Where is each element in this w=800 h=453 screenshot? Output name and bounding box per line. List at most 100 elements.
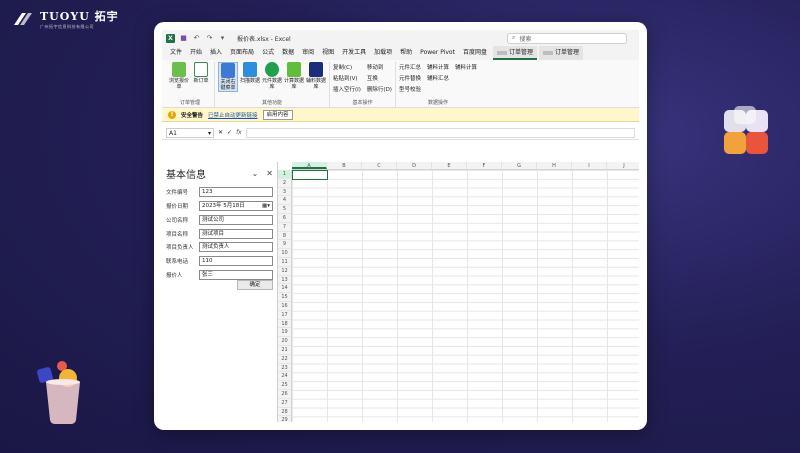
chevron-down-icon[interactable]: ⌄ [252,169,259,178]
material-calc-button-2[interactable]: 辅料计算 [455,64,477,72]
row-header-6[interactable]: 6 [278,214,291,223]
row-header-1[interactable]: 1 [278,170,291,179]
column-header-c[interactable]: C [362,162,397,169]
quote-date-picker[interactable]: 2023年 5月18日 ▦▾ [199,201,273,212]
field-project-name: 项目名称 测试项目 [166,228,273,239]
row-header-4[interactable]: 4 [278,196,291,206]
search-box[interactable]: ⌕ 搜索 [507,32,627,44]
project-name-input[interactable]: 测试项目 [199,228,273,239]
tab-view[interactable]: 视图 [318,46,338,60]
scan-data-button[interactable]: 扫描数据 [240,62,260,84]
material-summary-button[interactable]: 辅料汇总 [427,75,449,83]
row-header-5[interactable]: 5 [278,205,291,214]
row-header-9[interactable]: 9 [278,240,291,250]
confirm-button[interactable]: 确定 [237,280,273,290]
row-header-8[interactable]: 8 [278,232,291,241]
component-replace-button[interactable]: 元件替换 [399,75,421,83]
tab-review[interactable]: 审阅 [298,46,318,60]
calendar-dropdown-icon[interactable]: ▦▾ [262,202,270,210]
row-header-22[interactable]: 22 [278,355,291,364]
move-to-button[interactable]: 移动到 [367,64,392,72]
name-box[interactable]: A1 ▾ [166,127,214,138]
row-header-21[interactable]: 21 [278,346,291,355]
material-calc-button[interactable]: 辅料计算 [427,64,449,72]
tab-insert[interactable]: 插入 [206,46,226,60]
column-header-j[interactable]: J [607,162,639,169]
new-order-button[interactable]: 新订单 [191,62,211,84]
copy-button[interactable]: 复制(C) [333,64,361,72]
column-header-g[interactable]: G [502,162,537,169]
swap-button[interactable]: 互换 [367,75,392,83]
tab-power-pivot[interactable]: Power Pivot [416,46,459,60]
row-header-13[interactable]: 13 [278,276,291,285]
file-number-input[interactable]: 123 [199,187,273,198]
active-cell-a1[interactable] [292,170,328,180]
company-name-input[interactable]: 测试公司 [199,214,273,225]
row-header-10[interactable]: 10 [278,249,291,258]
row-header-19[interactable]: 19 [278,328,291,338]
spreadsheet-grid[interactable]: ABCDEFGHIJ 1 2 3 4 5 6 7 8 9 10 11 12 13 14 15 16 17 18 19… [278,162,639,422]
enter-icon[interactable]: ✓ [227,129,232,136]
tab-file[interactable]: 文件 [166,46,186,60]
model-check-button[interactable]: 型号校验 [399,86,421,94]
tab-developer[interactable]: 开发工具 [338,46,370,60]
row-header-16[interactable]: 16 [278,302,291,311]
tab-order-management-active[interactable]: 订单管理 [492,46,537,60]
row-header-29[interactable]: 29 [278,416,291,422]
paste-to-button[interactable]: 粘贴到(V) [333,75,361,83]
phone-input[interactable]: 110 [199,256,273,267]
fx-icon[interactable]: fx [236,129,242,136]
close-context-menu-button[interactable]: 关闭右键菜单 [218,62,238,92]
enable-content-button[interactable]: 启用内容 [262,109,293,120]
tab-order-management[interactable]: 订单管理 [538,46,583,60]
component-db-button[interactable]: 元件数据库 [262,62,282,90]
row-header-14[interactable]: 14 [278,284,291,294]
security-message-link[interactable]: 已禁止自动更新链接 [208,111,258,119]
save-icon[interactable]: ■ [179,34,188,43]
row-header-20[interactable]: 20 [278,337,291,346]
row-header-3[interactable]: 3 [278,188,291,197]
formula-input[interactable] [245,127,635,138]
column-header-e[interactable]: E [432,162,467,169]
column-header-a[interactable]: A [292,162,327,169]
column-header-f[interactable]: F [467,162,502,169]
tab-home[interactable]: 开始 [186,46,206,60]
quoter-input[interactable]: 张三 [199,270,273,281]
row-header-28[interactable]: 28 [278,408,291,417]
tab-help[interactable]: 帮助 [396,46,416,60]
column-header-d[interactable]: D [397,162,432,169]
row-header-15[interactable]: 15 [278,293,291,302]
row-header-2[interactable]: 2 [278,179,291,188]
delete-row-button[interactable]: 删除行(D) [367,86,392,94]
row-header-26[interactable]: 26 [278,390,291,399]
row-header-17[interactable]: 17 [278,311,291,320]
tab-data[interactable]: 数据 [278,46,298,60]
undo-icon[interactable]: ↶ [192,34,201,43]
quick-access-dropdown-icon[interactable]: ▾ [218,34,227,43]
row-header-23[interactable]: 23 [278,364,291,373]
column-header-i[interactable]: I [572,162,607,169]
row-header-11[interactable]: 11 [278,258,291,267]
browse-quote-button[interactable]: 浏览报价单 [169,62,189,90]
project-lead-input[interactable]: 测试负责人 [199,242,273,253]
insert-row-button[interactable]: 插入空行(I) [333,86,361,94]
close-icon[interactable]: ✕ [266,169,273,178]
column-header-b[interactable]: B [327,162,362,169]
row-header-27[interactable]: 27 [278,399,291,408]
tab-page-layout[interactable]: 页面布局 [226,46,258,60]
column-header-h[interactable]: H [537,162,572,169]
tab-addins[interactable]: 加载项 [370,46,396,60]
row-header-25[interactable]: 25 [278,381,291,390]
material-db-button[interactable]: 辅料数据库 [306,62,326,90]
component-summary-button[interactable]: 元件汇总 [399,64,421,72]
calc-db-button[interactable]: 计算数据库 [284,62,304,90]
redo-icon[interactable]: ↷ [205,34,214,43]
cancel-icon[interactable]: ✕ [218,129,223,136]
row-header-7[interactable]: 7 [278,223,291,232]
row-header-18[interactable]: 18 [278,320,291,329]
row-header-12[interactable]: 12 [278,267,291,276]
tab-baidu-netdisk[interactable]: 百度网盘 [459,46,491,60]
row-header-24[interactable]: 24 [278,372,291,382]
cell-area[interactable] [292,170,639,422]
tab-formulas[interactable]: 公式 [258,46,278,60]
